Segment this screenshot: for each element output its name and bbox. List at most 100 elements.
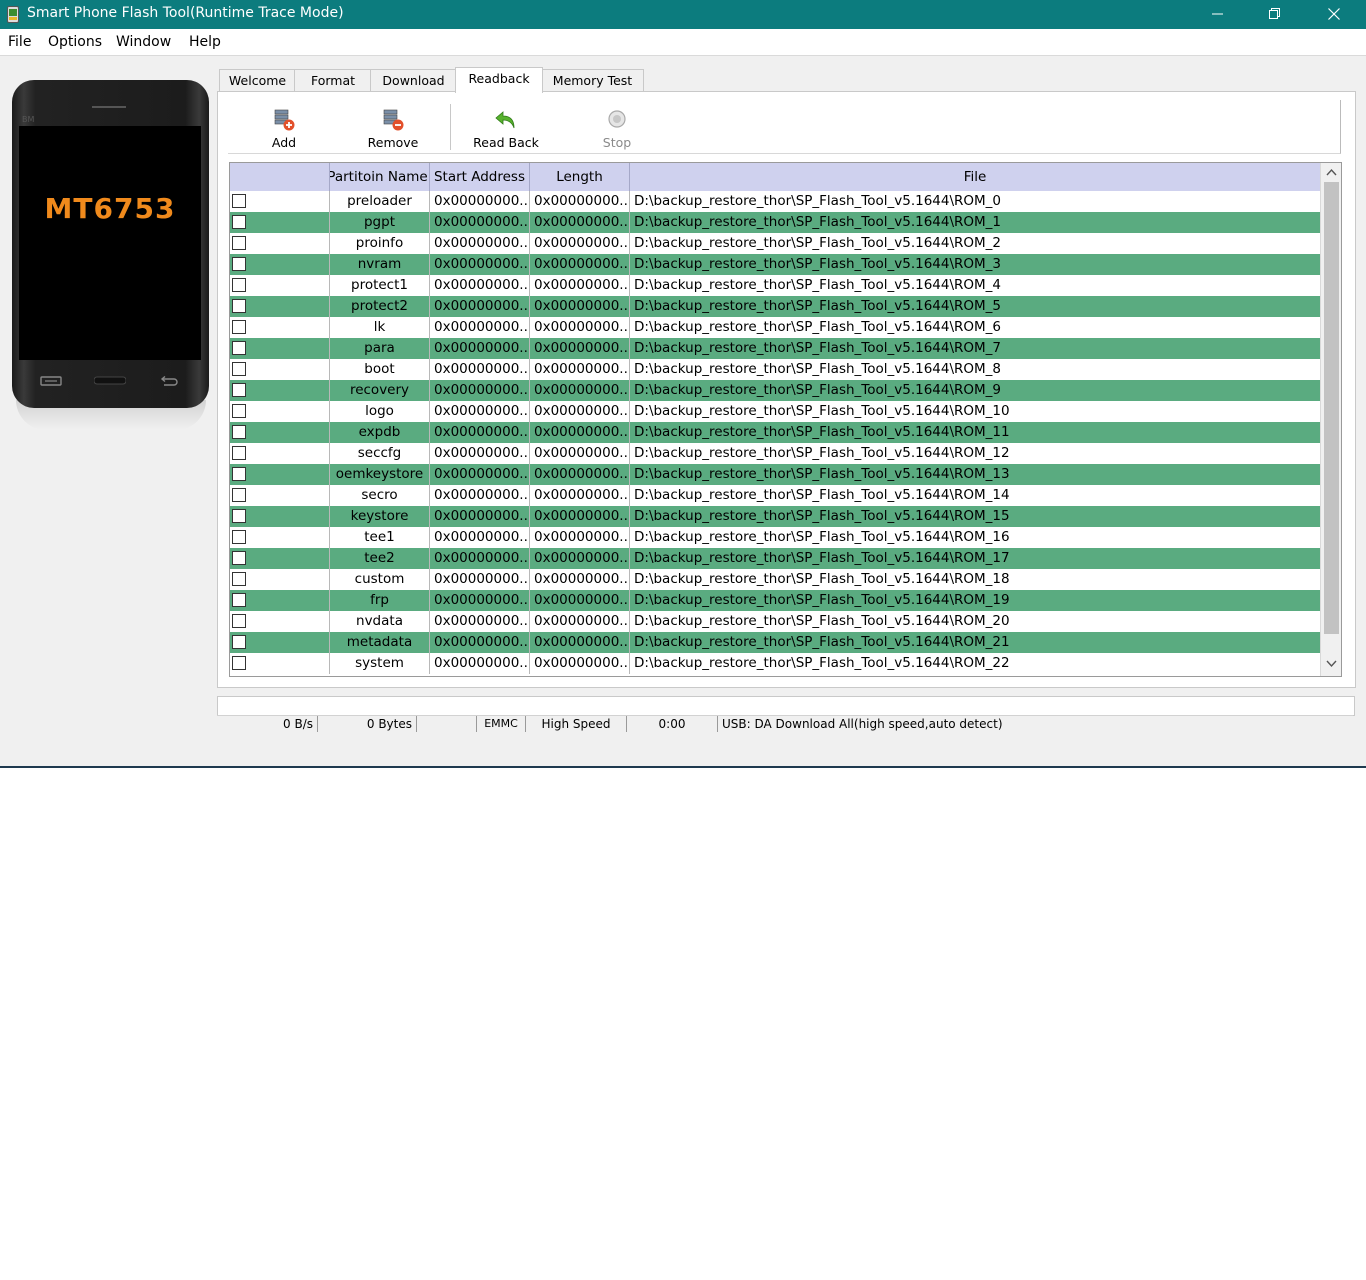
tab-format[interactable]: Format <box>294 69 372 92</box>
partition-name-cell: system <box>330 653 430 674</box>
table-row[interactable]: pgpt 0x00000000... 0x00000000... D:\backup_… <box>230 212 1320 233</box>
table-row[interactable]: expdb 0x00000000... 0x00000000... D:\backup… <box>230 422 1320 443</box>
table-row[interactable]: protect2 0x00000000... 0x00000000... D:\bac… <box>230 296 1320 317</box>
row-checkbox[interactable] <box>232 257 246 271</box>
add-button[interactable]: Add <box>244 108 324 154</box>
menu-help[interactable]: Help <box>189 34 221 50</box>
row-checkbox[interactable] <box>232 656 246 670</box>
file-path-cell[interactable]: D:\backup_restore_thor\SP_Flash_Tool_v5.… <box>630 443 1320 464</box>
table-row[interactable]: seccfg 0x00000000... 0x00000000... D:\backu… <box>230 443 1320 464</box>
col-header-start-address[interactable]: Start Address <box>430 163 530 191</box>
table-row[interactable]: logo 0x00000000... 0x00000000... D:\backup_… <box>230 401 1320 422</box>
table-row[interactable]: proinfo 0x00000000... 0x00000000... D:\back… <box>230 233 1320 254</box>
partition-name-cell: protect1 <box>330 275 430 296</box>
row-checkbox[interactable] <box>232 530 246 544</box>
file-path-cell[interactable]: D:\backup_restore_thor\SP_Flash_Tool_v5.… <box>630 569 1320 590</box>
file-path-cell[interactable]: D:\backup_restore_thor\SP_Flash_Tool_v5.… <box>630 590 1320 611</box>
file-path-cell[interactable]: D:\backup_restore_thor\SP_Flash_Tool_v5.… <box>630 632 1320 653</box>
file-path-cell[interactable]: D:\backup_restore_thor\SP_Flash_Tool_v5.… <box>630 506 1320 527</box>
scroll-up-icon[interactable] <box>1325 166 1338 179</box>
table-row[interactable]: recovery 0x00000000... 0x00000000... D:\bac… <box>230 380 1320 401</box>
col-header-partition-name[interactable]: Partitoin Name <box>330 163 430 191</box>
table-row[interactable]: preloader 0x00000000... 0x00000000... D:\ba… <box>230 191 1320 212</box>
file-path-cell[interactable]: D:\backup_restore_thor\SP_Flash_Tool_v5.… <box>630 338 1320 359</box>
file-path-cell[interactable]: D:\backup_restore_thor\SP_Flash_Tool_v5.… <box>630 548 1320 569</box>
table-row[interactable]: tee1 0x00000000... 0x00000000... D:\backup_… <box>230 527 1320 548</box>
close-button[interactable] <box>1305 0 1363 29</box>
maximize-button[interactable] <box>1246 0 1304 29</box>
table-row[interactable]: para 0x00000000... 0x00000000... D:\backup_… <box>230 338 1320 359</box>
file-path-cell[interactable]: D:\backup_restore_thor\SP_Flash_Tool_v5.… <box>630 401 1320 422</box>
table-row[interactable]: nvdata 0x00000000... 0x00000000... D:\backu… <box>230 611 1320 632</box>
menu-options[interactable]: Options <box>48 34 102 50</box>
scroll-down-icon[interactable] <box>1325 657 1338 670</box>
table-row[interactable]: frp 0x00000000... 0x00000000... D:\backup_r… <box>230 590 1320 611</box>
row-checkbox[interactable] <box>232 614 246 628</box>
table-row[interactable]: nvram 0x00000000... 0x00000000... D:\backup… <box>230 254 1320 275</box>
menu-file[interactable]: File <box>8 34 31 50</box>
file-path-cell[interactable]: D:\backup_restore_thor\SP_Flash_Tool_v5.… <box>630 317 1320 338</box>
remove-button[interactable]: Remove <box>353 108 433 154</box>
table-row[interactable]: boot 0x00000000... 0x00000000... D:\backup_… <box>230 359 1320 380</box>
file-path-cell[interactable]: D:\backup_restore_thor\SP_Flash_Tool_v5.… <box>630 233 1320 254</box>
scrollbar-thumb[interactable] <box>1324 182 1339 634</box>
row-checkbox[interactable] <box>232 509 246 523</box>
row-checkbox[interactable] <box>232 383 246 397</box>
row-checkbox[interactable] <box>232 362 246 376</box>
tab-readback[interactable]: Readback <box>455 67 543 93</box>
table-row[interactable]: tee2 0x00000000... 0x00000000... D:\backup_… <box>230 548 1320 569</box>
file-path-cell[interactable]: D:\backup_restore_thor\SP_Flash_Tool_v5.… <box>630 527 1320 548</box>
row-checkbox[interactable] <box>232 404 246 418</box>
col-header-length[interactable]: Length <box>530 163 630 191</box>
table-row[interactable]: system 0x00000000... 0x00000000... D:\backu… <box>230 653 1320 674</box>
table-row[interactable]: keystore 0x00000000... 0x00000000... D:\bac… <box>230 506 1320 527</box>
row-checkbox[interactable] <box>232 278 246 292</box>
table-row[interactable]: metadata 0x00000000... 0x00000000... D:\bac… <box>230 632 1320 653</box>
file-path-cell[interactable]: D:\backup_restore_thor\SP_Flash_Tool_v5.… <box>630 485 1320 506</box>
col-header-select[interactable] <box>230 163 330 191</box>
read-back-button[interactable]: Read Back <box>466 108 546 154</box>
row-checkbox[interactable] <box>232 215 246 229</box>
stop-button[interactable]: Stop <box>577 108 657 154</box>
file-path-cell[interactable]: D:\backup_restore_thor\SP_Flash_Tool_v5.… <box>630 464 1320 485</box>
file-path-cell[interactable]: D:\backup_restore_thor\SP_Flash_Tool_v5.… <box>630 422 1320 443</box>
menu-window[interactable]: Window <box>116 34 171 50</box>
row-checkbox[interactable] <box>232 341 246 355</box>
file-path-cell[interactable]: D:\backup_restore_thor\SP_Flash_Tool_v5.… <box>630 611 1320 632</box>
tab-memory-test[interactable]: Memory Test <box>541 69 644 92</box>
partition-name-cell: recovery <box>330 380 430 401</box>
row-checkbox[interactable] <box>232 467 246 481</box>
col-header-file[interactable]: File <box>630 163 1320 191</box>
length-cell: 0x00000000... <box>530 275 630 296</box>
row-checkbox[interactable] <box>232 425 246 439</box>
file-path-cell[interactable]: D:\backup_restore_thor\SP_Flash_Tool_v5.… <box>630 275 1320 296</box>
table-row[interactable]: oemkeystore 0x00000000... 0x00000000... D:\… <box>230 464 1320 485</box>
row-checkbox[interactable] <box>232 236 246 250</box>
row-checkbox[interactable] <box>232 320 246 334</box>
file-path-cell[interactable]: D:\backup_restore_thor\SP_Flash_Tool_v5.… <box>630 653 1320 674</box>
file-path-cell[interactable]: D:\backup_restore_thor\SP_Flash_Tool_v5.… <box>630 380 1320 401</box>
table-row[interactable]: secro 0x00000000... 0x00000000... D:\backup… <box>230 485 1320 506</box>
row-checkbox[interactable] <box>232 446 246 460</box>
select-cell <box>230 191 330 212</box>
table-vertical-scrollbar[interactable] <box>1320 163 1341 676</box>
table-row[interactable]: protect1 0x00000000... 0x00000000... D:\bac… <box>230 275 1320 296</box>
row-checkbox[interactable] <box>232 488 246 502</box>
row-checkbox[interactable] <box>232 299 246 313</box>
file-path-cell[interactable]: D:\backup_restore_thor\SP_Flash_Tool_v5.… <box>630 296 1320 317</box>
minimize-button[interactable] <box>1189 0 1247 29</box>
row-checkbox[interactable] <box>232 572 246 586</box>
length-cell: 0x00000000... <box>530 485 630 506</box>
tab-welcome[interactable]: Welcome <box>219 69 296 92</box>
table-row[interactable]: custom 0x00000000... 0x00000000... D:\backu… <box>230 569 1320 590</box>
row-checkbox[interactable] <box>232 635 246 649</box>
row-checkbox[interactable] <box>232 194 246 208</box>
file-path-cell[interactable]: D:\backup_restore_thor\SP_Flash_Tool_v5.… <box>630 254 1320 275</box>
row-checkbox[interactable] <box>232 593 246 607</box>
file-path-cell[interactable]: D:\backup_restore_thor\SP_Flash_Tool_v5.… <box>630 359 1320 380</box>
file-path-cell[interactable]: D:\backup_restore_thor\SP_Flash_Tool_v5.… <box>630 212 1320 233</box>
file-path-cell[interactable]: D:\backup_restore_thor\SP_Flash_Tool_v5.… <box>630 191 1320 212</box>
tab-download[interactable]: Download <box>370 69 457 92</box>
row-checkbox[interactable] <box>232 551 246 565</box>
table-row[interactable]: lk 0x00000000... 0x00000000... D:\backup_re… <box>230 317 1320 338</box>
